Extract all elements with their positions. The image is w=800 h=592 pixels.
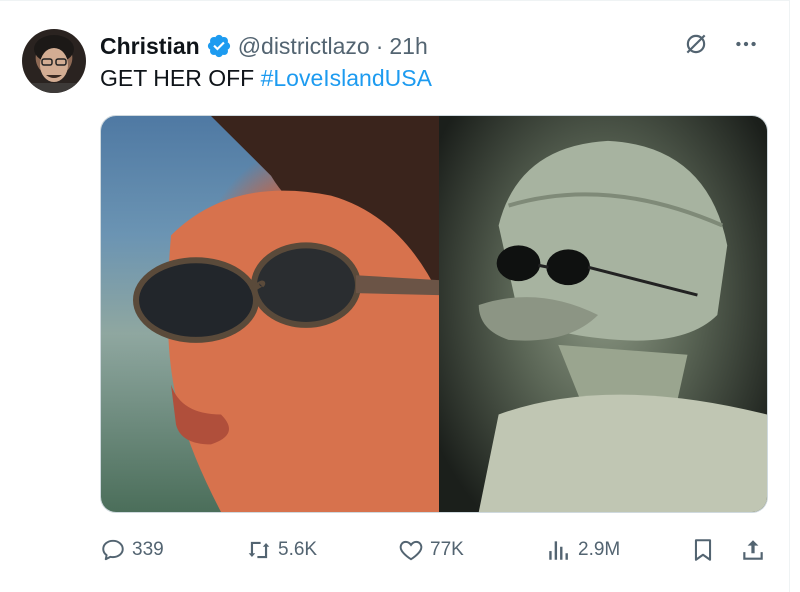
- tweet-text: GET HER OFF #LoveIslandUSA: [100, 65, 432, 92]
- verified-badge-icon: [206, 33, 232, 59]
- reply-icon: [102, 539, 124, 561]
- reply-button[interactable]: 339: [100, 533, 164, 567]
- retweet-button[interactable]: 5.6K: [246, 533, 317, 567]
- views-icon: [549, 541, 568, 560]
- share-icon: [743, 540, 763, 560]
- heart-icon: [399, 540, 423, 561]
- views-button[interactable]: 2.9M: [546, 533, 620, 567]
- author-name[interactable]: Christian: [100, 33, 200, 60]
- media-image-left[interactable]: [101, 116, 439, 512]
- more-icon[interactable]: [731, 29, 761, 59]
- timestamp[interactable]: 21h: [389, 33, 427, 60]
- reply-count: 339: [132, 539, 164, 560]
- tweet-media[interactable]: [100, 115, 768, 513]
- bookmark-icon: [694, 539, 712, 561]
- grok-icon[interactable]: [681, 29, 711, 59]
- tweet-actions: 339 5.6K 77K 2.9M: [100, 533, 768, 567]
- view-count: 2.9M: [578, 539, 621, 560]
- retweet-count: 5.6K: [278, 539, 318, 560]
- media-image-right[interactable]: [439, 116, 767, 512]
- tweet-body: GET HER OFF: [100, 65, 255, 91]
- author-handle[interactable]: @districtlazo: [238, 33, 370, 60]
- top-actions: [681, 29, 761, 59]
- like-count: 77K: [430, 539, 464, 560]
- like-button[interactable]: 77K: [398, 533, 464, 567]
- share-button[interactable]: [740, 533, 766, 567]
- avatar[interactable]: [22, 29, 86, 93]
- bookmark-button[interactable]: [690, 533, 716, 567]
- tweet-card: Christian @districtlazo · 21h GET HER OF…: [0, 0, 790, 592]
- separator-dot: ·: [375, 32, 384, 59]
- tweet-header: Christian @districtlazo · 21h: [100, 31, 428, 61]
- retweet-icon: [248, 541, 270, 559]
- hashtag-link[interactable]: #LoveIslandUSA: [261, 65, 432, 91]
